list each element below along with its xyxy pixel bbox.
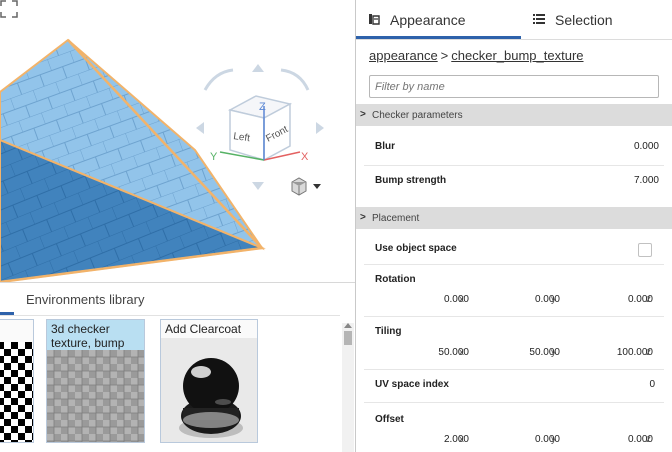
- row-use-object-space: Use object space: [356, 238, 672, 264]
- uv-space-index-field[interactable]: 0: [649, 379, 655, 390]
- clearcoat-sphere-thumbnail: [161, 338, 257, 442]
- section-checker-parameters[interactable]: > Checker parameters: [356, 104, 672, 126]
- library-item-3d-checker-bump[interactable]: 3d checker texture, bump: [46, 319, 145, 443]
- section-title: Placement: [372, 212, 420, 224]
- chevron-right-icon: >: [360, 109, 366, 120]
- chevron-right-icon: >: [360, 212, 366, 223]
- fullscreen-icon[interactable]: [0, 0, 18, 18]
- environments-library: Environments library 3d checker texture,…: [0, 282, 355, 452]
- offset-x-field[interactable]: 2.000: [444, 434, 469, 445]
- rotation-fields: 0.000 x 0.000 y 0.000 z: [375, 294, 672, 308]
- library-item-checker[interactable]: [0, 319, 34, 443]
- list-icon: [533, 12, 545, 28]
- tiling-x-axis: x: [459, 347, 464, 358]
- rotation-z-axis: z: [646, 294, 651, 305]
- blur-field[interactable]: 0.000: [634, 141, 659, 152]
- rotation-y-field[interactable]: 0.000: [535, 294, 560, 305]
- offset-fields: 2.000 x 0.000 y 0.000 z: [375, 434, 672, 448]
- filter-input[interactable]: [369, 75, 659, 98]
- panel-tabs: Appearance Selection: [356, 0, 672, 40]
- rotation-x-axis: x: [459, 294, 464, 305]
- section-placement[interactable]: > Placement: [356, 207, 672, 229]
- row-blur: Blur 0.000: [356, 136, 672, 166]
- tab-selection-label: Selection: [555, 12, 613, 28]
- checker-thumbnail: [0, 342, 33, 442]
- breadcrumb-root-link[interactable]: appearance: [369, 48, 438, 63]
- library-item-add-clearcoat[interactable]: Add Clearcoat: [160, 319, 258, 443]
- appearance-panel: Appearance Selection appearance > checker_…: [355, 0, 672, 452]
- tiling-label: Tiling: [375, 326, 402, 337]
- tiling-x-field[interactable]: 50.000: [438, 347, 469, 358]
- rotation-y-axis: y: [551, 294, 556, 305]
- tiling-label-row: Tiling: [356, 322, 672, 340]
- appearance-icon: [368, 12, 380, 28]
- tab-appearance-label: Appearance: [390, 12, 466, 28]
- library-item-label: Add Clearcoat: [165, 322, 242, 336]
- section-title: Checker parameters: [372, 109, 463, 121]
- library-item-label: 3d checker texture, bump: [47, 320, 144, 352]
- axis-y-label: Y: [210, 151, 218, 163]
- app-root: Left Front X Y Z Environments library 3d…: [0, 0, 672, 452]
- rotation-label-row: Rotation: [356, 270, 672, 288]
- bump-strength-label: Bump strength: [375, 175, 447, 186]
- scroll-up-icon[interactable]: [344, 323, 352, 328]
- offset-label: Offset: [375, 414, 404, 425]
- tiling-y-axis: y: [551, 347, 556, 358]
- viewcube[interactable]: Left Front X Y Z: [196, 64, 324, 190]
- viewcube-left-label: Left: [233, 131, 251, 144]
- breadcrumb-current-link[interactable]: checker_bump_texture: [451, 48, 583, 63]
- use-object-space-checkbox[interactable]: [638, 243, 652, 257]
- 3d-viewport[interactable]: Left Front X Y Z: [0, 0, 355, 282]
- viewport-canvas[interactable]: Left Front X Y Z: [0, 0, 355, 282]
- row-bump-strength: Bump strength 7.000: [356, 170, 672, 200]
- tab-appearance[interactable]: Appearance: [368, 0, 466, 40]
- library-scrollbar[interactable]: [342, 323, 354, 452]
- axis-x-label: X: [301, 151, 309, 163]
- breadcrumb-separator: >: [440, 48, 449, 63]
- offset-y-axis: y: [551, 434, 556, 445]
- uv-space-index-label: UV space index: [375, 379, 449, 390]
- tiling-z-axis: z: [646, 347, 651, 358]
- environments-library-tab[interactable]: Environments library: [26, 292, 145, 307]
- rotation-label: Rotation: [375, 274, 416, 285]
- tiling-fields: 50.000 x 50.000 y 100.000 z: [375, 347, 672, 361]
- offset-z-axis: z: [646, 434, 651, 445]
- view-options-dropdown[interactable]: [291, 177, 321, 196]
- bump-strength-field[interactable]: 7.000: [634, 175, 659, 186]
- offset-label-row: Offset: [356, 410, 672, 428]
- rotation-x-field[interactable]: 0.000: [444, 294, 469, 305]
- bump-texture-thumbnail: [47, 350, 144, 442]
- offset-x-axis: x: [459, 434, 464, 445]
- breadcrumb: appearance > checker_bump_texture: [369, 48, 584, 63]
- tab-selection[interactable]: Selection: [533, 0, 613, 40]
- use-object-space-label: Use object space: [375, 243, 457, 254]
- offset-y-field[interactable]: 0.000: [535, 434, 560, 445]
- scrollbar-thumb[interactable]: [344, 331, 352, 345]
- blur-label: Blur: [375, 141, 395, 152]
- row-uv-space-index: UV space index 0: [356, 374, 672, 398]
- axis-z-label: Z: [259, 101, 266, 113]
